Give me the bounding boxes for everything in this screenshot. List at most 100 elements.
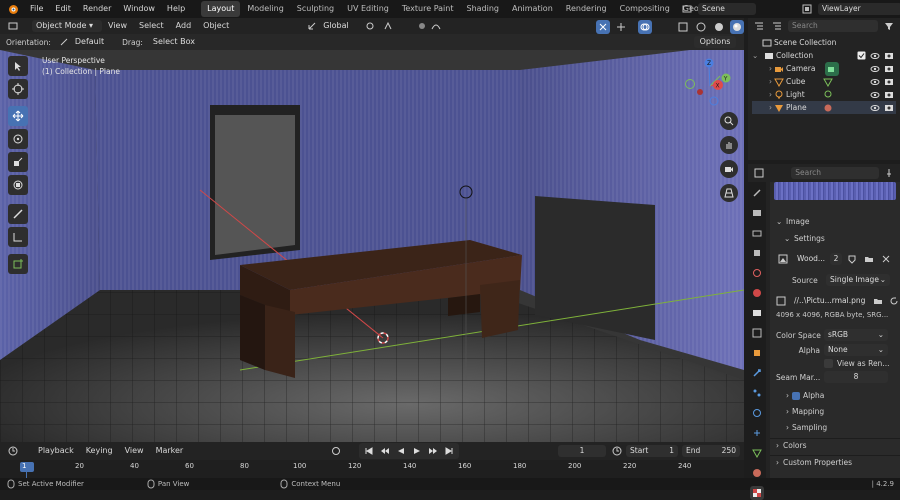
gizmo-neg-z-icon[interactable] bbox=[709, 96, 719, 106]
light-data-icon[interactable] bbox=[821, 88, 835, 102]
outliner-item-cube[interactable]: › Cube bbox=[752, 75, 896, 88]
transform-orientation-selector[interactable]: Global bbox=[319, 20, 353, 32]
eye-icon[interactable] bbox=[868, 49, 882, 63]
workspace-tab-compositing[interactable]: Compositing bbox=[614, 1, 676, 17]
options-button[interactable]: Options bbox=[694, 36, 736, 48]
shading-wireframe-icon[interactable] bbox=[694, 20, 708, 34]
eye-icon[interactable] bbox=[868, 101, 882, 115]
timeline-menu-keying[interactable]: Keying bbox=[80, 442, 119, 460]
scene-collection-row[interactable]: Scene Collection bbox=[752, 36, 896, 49]
render-tab-icon[interactable] bbox=[750, 206, 764, 220]
navigation-gizmo[interactable]: X Y Z bbox=[682, 56, 742, 116]
eye-icon[interactable] bbox=[868, 75, 882, 89]
cursor-tool[interactable] bbox=[8, 79, 28, 99]
alpha-subpanel-checkbox[interactable] bbox=[792, 392, 800, 400]
jump-end-icon[interactable] bbox=[442, 444, 456, 458]
image-browse-icon[interactable] bbox=[776, 252, 790, 266]
view-layer-tab-icon[interactable] bbox=[750, 246, 764, 260]
annotate-tool[interactable] bbox=[8, 204, 28, 224]
camera-render-icon[interactable] bbox=[882, 49, 896, 63]
proportional-editing-icon[interactable] bbox=[415, 19, 429, 33]
camera-data-icon[interactable] bbox=[825, 61, 840, 76]
properties-search-input[interactable]: Search bbox=[791, 167, 879, 179]
camera-render-icon[interactable] bbox=[882, 88, 896, 102]
colors-panel-header[interactable]: › Colors bbox=[770, 438, 900, 452]
eye-icon[interactable] bbox=[868, 88, 882, 102]
perspective-toggle-icon[interactable] bbox=[720, 184, 738, 202]
modifier-tab-icon[interactable] bbox=[750, 366, 764, 380]
menu-edit[interactable]: Edit bbox=[49, 0, 77, 18]
workspace-tab-texture-paint[interactable]: Texture Paint bbox=[396, 1, 460, 17]
select-box-tool[interactable] bbox=[8, 56, 28, 76]
data-tab-icon[interactable] bbox=[750, 446, 764, 460]
drag-selector[interactable]: Select Box bbox=[149, 36, 199, 48]
shading-material-icon[interactable] bbox=[730, 20, 744, 34]
seam-margin-field[interactable]: 8 bbox=[824, 371, 888, 383]
menu-render[interactable]: Render bbox=[77, 0, 117, 18]
current-frame-field[interactable]: 1 bbox=[558, 445, 606, 457]
start-frame-field[interactable]: Start 1 bbox=[626, 445, 678, 457]
auto-keying-icon[interactable] bbox=[329, 444, 343, 458]
view-layer-selector[interactable]: ViewLayer bbox=[818, 3, 900, 15]
rotate-tool[interactable] bbox=[8, 129, 28, 149]
blender-logo-icon[interactable] bbox=[6, 2, 20, 16]
collection-exclude-checkbox[interactable] bbox=[854, 49, 868, 63]
visibility-selectability-icon[interactable] bbox=[596, 20, 610, 34]
sampling-subpanel-header[interactable]: › Sampling bbox=[770, 421, 900, 435]
source-dropdown[interactable]: Single Image ⌄ bbox=[826, 274, 890, 286]
workspace-tab-layout[interactable]: Layout bbox=[201, 1, 241, 17]
scale-tool[interactable] bbox=[8, 152, 28, 172]
properties-editor-icon[interactable] bbox=[752, 166, 765, 180]
viewport-menu-object[interactable]: Object bbox=[197, 17, 235, 35]
outliner-item-camera[interactable]: › Camera bbox=[752, 61, 896, 76]
camera-render-icon[interactable] bbox=[882, 101, 896, 115]
object-tab-icon[interactable] bbox=[750, 346, 764, 360]
folder-icon[interactable] bbox=[862, 252, 876, 266]
scene-selector[interactable]: Scene bbox=[698, 3, 756, 15]
overlays-icon[interactable] bbox=[638, 20, 652, 34]
timeline-menu-marker[interactable]: Marker bbox=[150, 442, 190, 460]
material-tab-icon[interactable] bbox=[750, 466, 764, 480]
editor-type-icon[interactable] bbox=[6, 19, 20, 33]
particles-tab-icon[interactable] bbox=[750, 386, 764, 400]
shading-solid-icon[interactable] bbox=[712, 20, 726, 34]
menu-file[interactable]: File bbox=[24, 0, 49, 18]
timeline-editor-icon[interactable] bbox=[6, 444, 20, 458]
gizmo-neg-x-icon[interactable] bbox=[697, 89, 703, 95]
pan-hand-icon[interactable] bbox=[720, 136, 738, 154]
viewport-menu-view[interactable]: View bbox=[102, 17, 133, 35]
file-browse-icon[interactable] bbox=[871, 294, 884, 308]
mapping-subpanel-header[interactable]: › Mapping bbox=[770, 405, 900, 419]
snap-icon[interactable] bbox=[381, 19, 395, 33]
modifier-icon[interactable] bbox=[821, 75, 835, 89]
play-reverse-icon[interactable] bbox=[394, 444, 408, 458]
alpha-dropdown[interactable]: None ⌄ bbox=[824, 344, 888, 356]
image-name-field[interactable]: Wood... bbox=[793, 253, 827, 265]
settings-section-header[interactable]: ⌄ Settings bbox=[770, 232, 900, 246]
unlink-icon[interactable] bbox=[879, 252, 893, 266]
timeline-ruler[interactable]: 1 20 40 60 80 100 120 140 160 180 200 22… bbox=[0, 460, 744, 478]
outliner-item-light[interactable]: › Light bbox=[752, 88, 896, 101]
orientation-selector[interactable]: Default bbox=[71, 36, 108, 48]
texture-data-tab-icon[interactable] bbox=[750, 486, 764, 500]
world-tab-icon[interactable] bbox=[750, 286, 764, 300]
camera-render-icon[interactable] bbox=[882, 62, 896, 76]
alpha-subpanel-header[interactable]: › Alpha bbox=[770, 389, 900, 403]
tool-tab-icon[interactable] bbox=[750, 186, 764, 200]
filter-display-icon[interactable] bbox=[770, 19, 784, 33]
fake-user-icon[interactable] bbox=[845, 252, 859, 266]
workspace-tab-rendering[interactable]: Rendering bbox=[560, 1, 613, 17]
material-icon[interactable] bbox=[821, 101, 835, 115]
camera-view-icon[interactable] bbox=[720, 160, 738, 178]
output-tab-icon[interactable] bbox=[750, 226, 764, 240]
reload-icon[interactable] bbox=[887, 294, 900, 308]
workspace-tab-animation[interactable]: Animation bbox=[506, 1, 559, 17]
scene-tab-icon[interactable] bbox=[750, 266, 764, 280]
outliner-item-plane[interactable]: › Plane bbox=[752, 101, 896, 114]
eye-icon[interactable] bbox=[868, 62, 882, 76]
transform-tool[interactable] bbox=[8, 175, 28, 195]
preview-range-icon[interactable] bbox=[610, 444, 624, 458]
prev-keyframe-icon[interactable] bbox=[378, 444, 392, 458]
outliner-search-input[interactable]: Search bbox=[788, 20, 878, 32]
view-as-render-checkbox[interactable] bbox=[824, 359, 833, 368]
